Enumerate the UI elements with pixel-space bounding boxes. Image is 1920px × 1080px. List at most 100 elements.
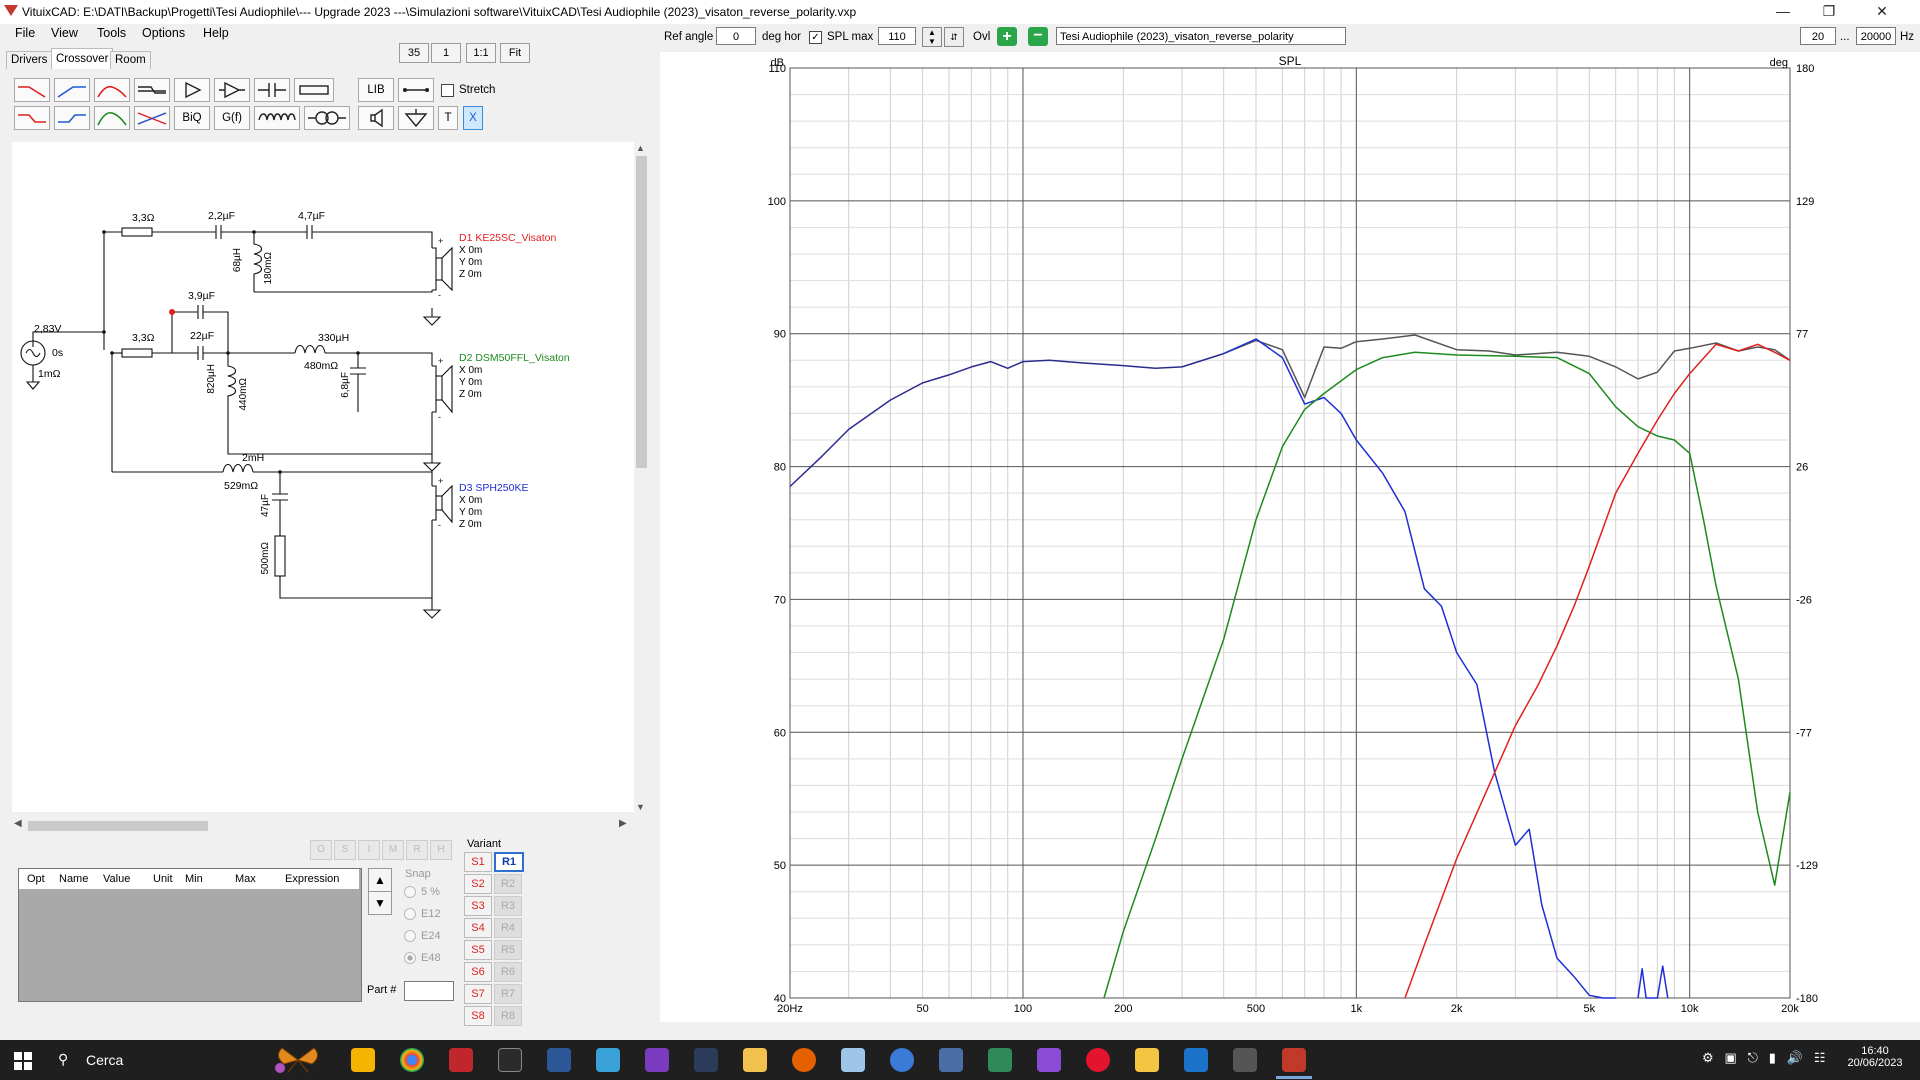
maximize-icon[interactable]: ❐: [1806, 0, 1852, 24]
bandpass-green-button[interactable]: [94, 106, 130, 130]
variant-s3-button[interactable]: S3: [464, 896, 492, 916]
variant-s6-button[interactable]: S6: [464, 962, 492, 982]
lowpass-red-button[interactable]: [14, 78, 50, 102]
col-expression[interactable]: Expression: [285, 873, 339, 885]
spl-max-input[interactable]: 110: [878, 27, 916, 45]
taskbar-firefox-icon[interactable]: [792, 1048, 816, 1072]
taskbar-notes-icon[interactable]: [841, 1048, 865, 1072]
stretch-checkbox[interactable]: [441, 84, 454, 97]
taskbar-photos-icon[interactable]: [1184, 1048, 1208, 1072]
opt-s-button[interactable]: S: [334, 840, 356, 860]
variant-r1-button[interactable]: R1: [494, 852, 524, 872]
spl-autoscale-icon[interactable]: ⇵: [944, 27, 964, 47]
scroll-left-icon[interactable]: ◀: [14, 818, 22, 829]
variant-s1-button[interactable]: S1: [464, 852, 492, 872]
driver-3-name[interactable]: D3 SPH250KE: [459, 482, 528, 494]
taskbar-spreadsheet-icon[interactable]: [988, 1048, 1012, 1072]
opt-i-button[interactable]: I: [358, 840, 380, 860]
menu-tools[interactable]: Tools: [97, 26, 126, 40]
snap-option-5pct[interactable]: 5 %: [404, 886, 440, 899]
spl-max-checkbox[interactable]: ✓: [809, 31, 822, 44]
ground-button[interactable]: [398, 106, 434, 130]
taskbar-opera-icon[interactable]: [1086, 1048, 1110, 1072]
driver-2-name[interactable]: D2 DSM50FFL_Visaton: [459, 352, 570, 364]
opt-o-button[interactable]: O: [310, 840, 332, 860]
vertical-scroll-thumb[interactable]: [636, 156, 647, 468]
col-min[interactable]: Min: [185, 873, 203, 885]
move-down-button[interactable]: ▼: [368, 891, 392, 915]
variant-r8-button[interactable]: R8: [494, 1006, 522, 1026]
scroll-up-icon[interactable]: ▲: [636, 143, 645, 153]
taskbar-dr-meter-icon[interactable]: [694, 1048, 718, 1072]
opt-r-button[interactable]: R: [406, 840, 428, 860]
tab-drivers[interactable]: Drivers: [6, 51, 53, 69]
bandpass-red-button[interactable]: [94, 78, 130, 102]
taskbar-explorer-icon[interactable]: [1135, 1048, 1159, 1072]
volume-tray-icon[interactable]: 🔊: [1787, 1050, 1803, 1065]
variant-r4-button[interactable]: R4: [494, 918, 522, 938]
variant-r7-button[interactable]: R7: [494, 984, 522, 1004]
taskbar-generic-icon[interactable]: [1233, 1048, 1257, 1072]
col-name[interactable]: Name: [59, 873, 88, 885]
taskbar-network-icon[interactable]: [939, 1048, 963, 1072]
move-up-button[interactable]: ▲: [368, 868, 392, 892]
network-tray-icon[interactable]: ☷: [1814, 1050, 1826, 1065]
transformer-button[interactable]: [304, 106, 350, 130]
taskbar-chrome-icon[interactable]: [400, 1048, 424, 1072]
zoom-fit-button[interactable]: Fit: [500, 43, 530, 63]
nvidia-tray-icon[interactable]: ▣: [1725, 1050, 1737, 1065]
col-value[interactable]: Value: [103, 873, 130, 885]
battery-tray-icon[interactable]: ▮: [1769, 1050, 1776, 1065]
crossover-pair-button[interactable]: [134, 106, 170, 130]
opt-h-button[interactable]: H: [430, 840, 452, 860]
variant-r2-button[interactable]: R2: [494, 874, 522, 894]
snap-option-e24[interactable]: E24: [404, 930, 441, 943]
snap-option-e12[interactable]: E12: [404, 908, 441, 921]
scroll-down-icon[interactable]: ▼: [636, 802, 645, 812]
menu-help[interactable]: Help: [203, 26, 229, 40]
clock[interactable]: 16:40 20/06/2023: [1840, 1045, 1910, 1069]
minimize-icon[interactable]: —: [1760, 0, 1806, 24]
capacitor-button[interactable]: [254, 78, 290, 102]
resistor-button[interactable]: [294, 78, 334, 102]
tab-room[interactable]: Room: [110, 51, 151, 69]
schematic-canvas[interactable]: + - + - + - 3,3Ω 2,2µF 4,7µF 68µH 180mΩ 2,8…: [12, 142, 634, 812]
horizontal-scroll-thumb[interactable]: [28, 821, 208, 831]
highpass-shelf-blue-button[interactable]: [54, 106, 90, 130]
variant-s5-button[interactable]: S5: [464, 940, 492, 960]
taskbar-app-icon[interactable]: [596, 1048, 620, 1072]
amplifier-button[interactable]: [214, 78, 250, 102]
lowpass-shelf-red-button[interactable]: [14, 106, 50, 130]
spl-graph-panel[interactable]: 20Hz 50 100 200 500 1k 2k 5k 10k 20k 110 100 90 80 70 6…: [660, 52, 1920, 1022]
overlay-add-icon[interactable]: +: [997, 27, 1017, 46]
delete-button[interactable]: X: [463, 106, 483, 130]
variant-s4-button[interactable]: S4: [464, 918, 492, 938]
variant-r5-button[interactable]: R5: [494, 940, 522, 960]
col-opt[interactable]: Opt: [27, 873, 45, 885]
part-number-input[interactable]: [404, 981, 454, 1001]
menu-view[interactable]: View: [51, 26, 78, 40]
buffer-button[interactable]: [174, 78, 210, 102]
taskbar-filezilla-icon[interactable]: [449, 1048, 473, 1072]
zoom-1to1-button[interactable]: 1:1: [466, 43, 496, 63]
library-button[interactable]: LIB: [358, 78, 394, 102]
close-icon[interactable]: ✕: [1852, 0, 1912, 24]
variant-r3-button[interactable]: R3: [494, 896, 522, 916]
menu-options[interactable]: Options: [142, 26, 185, 40]
freq-max-input[interactable]: 20000: [1856, 27, 1896, 45]
variant-s2-button[interactable]: S2: [464, 874, 492, 894]
windows-start-icon[interactable]: [14, 1052, 32, 1073]
taskbar-vs-purple-icon[interactable]: [1037, 1048, 1061, 1072]
opt-m-button[interactable]: M: [382, 840, 404, 860]
wire-button[interactable]: [398, 78, 434, 102]
taskbar-visualstudio-icon[interactable]: [645, 1048, 669, 1072]
driver-1-name[interactable]: D1 KE25SC_Visaton: [459, 232, 556, 244]
usb-tray-icon[interactable]: ⎋: [1748, 1050, 1758, 1065]
variant-s7-button[interactable]: S7: [464, 984, 492, 1004]
driver-button[interactable]: [358, 106, 394, 130]
spl-chart[interactable]: 20Hz 50 100 200 500 1k 2k 5k 10k 20k1101009080706…: [660, 52, 1920, 1022]
scroll-right-icon[interactable]: ▶: [619, 818, 627, 829]
taskbar-search-label[interactable]: Cerca: [86, 1052, 123, 1068]
steam-tray-icon[interactable]: ⚙: [1702, 1050, 1714, 1065]
taskbar-qbittorrent-icon[interactable]: [890, 1048, 914, 1072]
